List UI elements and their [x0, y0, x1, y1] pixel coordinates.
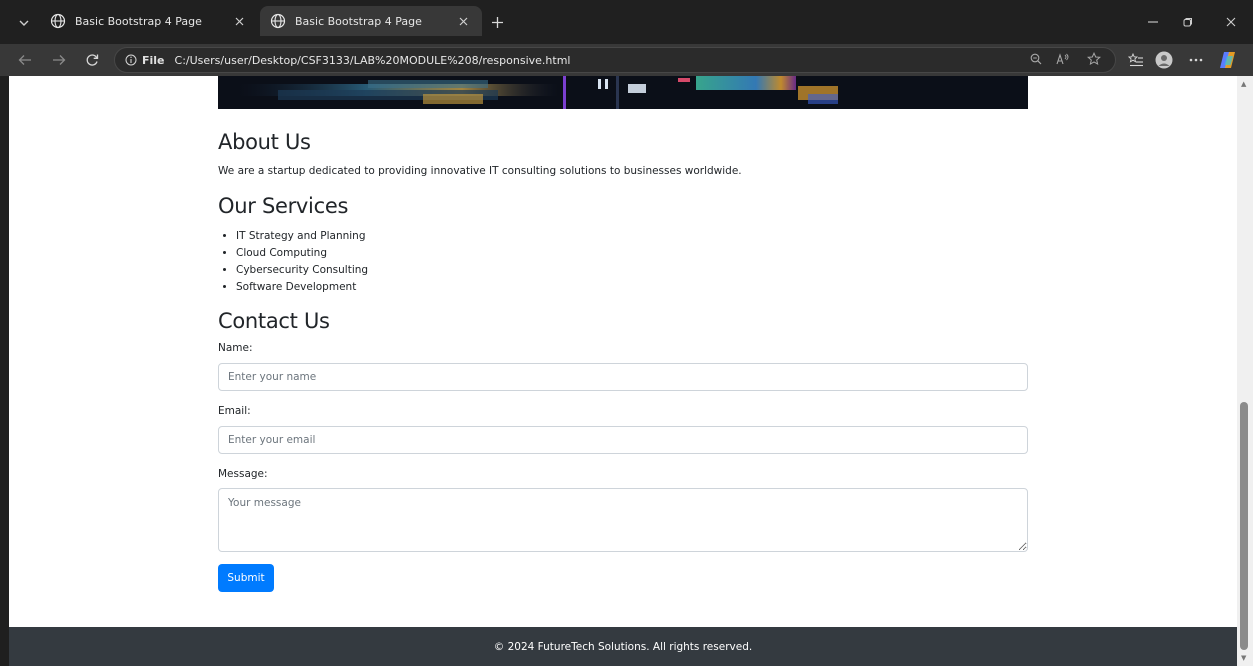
plus-icon — [491, 16, 503, 28]
browser-toolbar: File C:/Users/user/Desktop/CSF3133/LAB%2… — [0, 44, 1253, 76]
close-tab-button[interactable] — [230, 12, 248, 30]
name-label: Name: — [218, 342, 253, 354]
list-item: Cloud Computing — [236, 245, 368, 262]
close-icon — [459, 17, 467, 25]
list-item: IT Strategy and Planning — [236, 228, 368, 245]
tab-title: Basic Bootstrap 4 Page — [75, 14, 202, 28]
tab-strip: Basic Bootstrap 4 Page Basic Bootstrap 4… — [0, 0, 1253, 44]
read-aloud-button[interactable] — [1052, 48, 1074, 70]
hero-image — [218, 76, 1028, 109]
tab-title: Basic Bootstrap 4 Page — [295, 14, 422, 28]
tab-basic-bootstrap-1[interactable]: Basic Bootstrap 4 Page — [40, 6, 258, 36]
address-bar[interactable]: File C:/Users/user/Desktop/CSF3133/LAB%2… — [114, 47, 1116, 73]
close-tab-button[interactable] — [454, 12, 472, 30]
tab-list-button[interactable] — [12, 11, 36, 35]
close-icon — [1226, 17, 1236, 27]
services-heading: Our Services — [218, 194, 349, 218]
arrow-right-icon — [53, 55, 66, 65]
page-viewport: About Us We are a startup dedicated to p… — [9, 76, 1237, 666]
chevron-down-icon — [19, 20, 29, 26]
refresh-icon — [86, 54, 99, 66]
reload-button[interactable] — [80, 48, 104, 72]
contact-heading: Contact Us — [218, 309, 330, 333]
star-icon — [1087, 52, 1101, 66]
footer-text: © 2024 FutureTech Solutions. All rights … — [493, 640, 753, 653]
message-textarea[interactable] — [218, 488, 1028, 552]
email-input[interactable] — [218, 426, 1028, 454]
email-label: Email: — [218, 405, 251, 417]
forward-button[interactable] — [47, 48, 71, 72]
read-aloud-icon — [1056, 53, 1069, 65]
restore-icon — [1183, 18, 1192, 27]
submit-button[interactable]: Submit — [218, 564, 274, 592]
close-icon — [235, 17, 243, 25]
new-tab-button[interactable] — [486, 11, 508, 33]
favorite-button[interactable] — [1083, 48, 1105, 70]
globe-icon — [270, 13, 286, 29]
more-button[interactable] — [1183, 48, 1209, 72]
copilot-icon — [1220, 52, 1235, 68]
minimize-button[interactable] — [1133, 10, 1173, 34]
more-horizontal-icon — [1189, 58, 1203, 62]
minimize-icon — [1148, 21, 1158, 23]
scroll-down-arrow-icon[interactable]: ▼ — [1241, 654, 1246, 662]
favorites-button[interactable] — [1123, 48, 1149, 72]
restore-button[interactable] — [1168, 10, 1208, 34]
zoom-icon — [1030, 53, 1042, 65]
back-button[interactable] — [13, 48, 37, 72]
services-list: IT Strategy and Planning Cloud Computing… — [234, 228, 368, 296]
name-input[interactable] — [218, 363, 1028, 391]
favorites-list-icon — [1128, 53, 1143, 67]
url-text[interactable]: C:/Users/user/Desktop/CSF3133/LAB%20MODU… — [175, 54, 571, 67]
about-text: We are a startup dedicated to providing … — [218, 165, 742, 177]
page-footer: © 2024 FutureTech Solutions. All rights … — [9, 627, 1237, 666]
message-label: Message: — [218, 468, 268, 480]
scrollbar-thumb[interactable] — [1240, 402, 1248, 650]
profile-button[interactable] — [1151, 48, 1177, 72]
scheme-label: File — [142, 53, 165, 67]
globe-icon — [50, 13, 66, 29]
copilot-button[interactable] — [1215, 48, 1241, 72]
scroll-up-arrow-icon[interactable]: ▲ — [1241, 80, 1246, 88]
about-heading: About Us — [218, 130, 311, 154]
avatar-icon — [1155, 51, 1173, 69]
page-scrollbar[interactable]: ▲ ▼ — [1237, 76, 1253, 666]
arrow-left-icon — [18, 55, 31, 65]
info-icon[interactable] — [125, 54, 137, 66]
tab-basic-bootstrap-2[interactable]: Basic Bootstrap 4 Page — [260, 6, 482, 36]
zoom-button[interactable] — [1025, 48, 1047, 70]
list-item: Cybersecurity Consulting — [236, 262, 368, 279]
close-window-button[interactable] — [1211, 10, 1251, 34]
list-item: Software Development — [236, 279, 368, 296]
